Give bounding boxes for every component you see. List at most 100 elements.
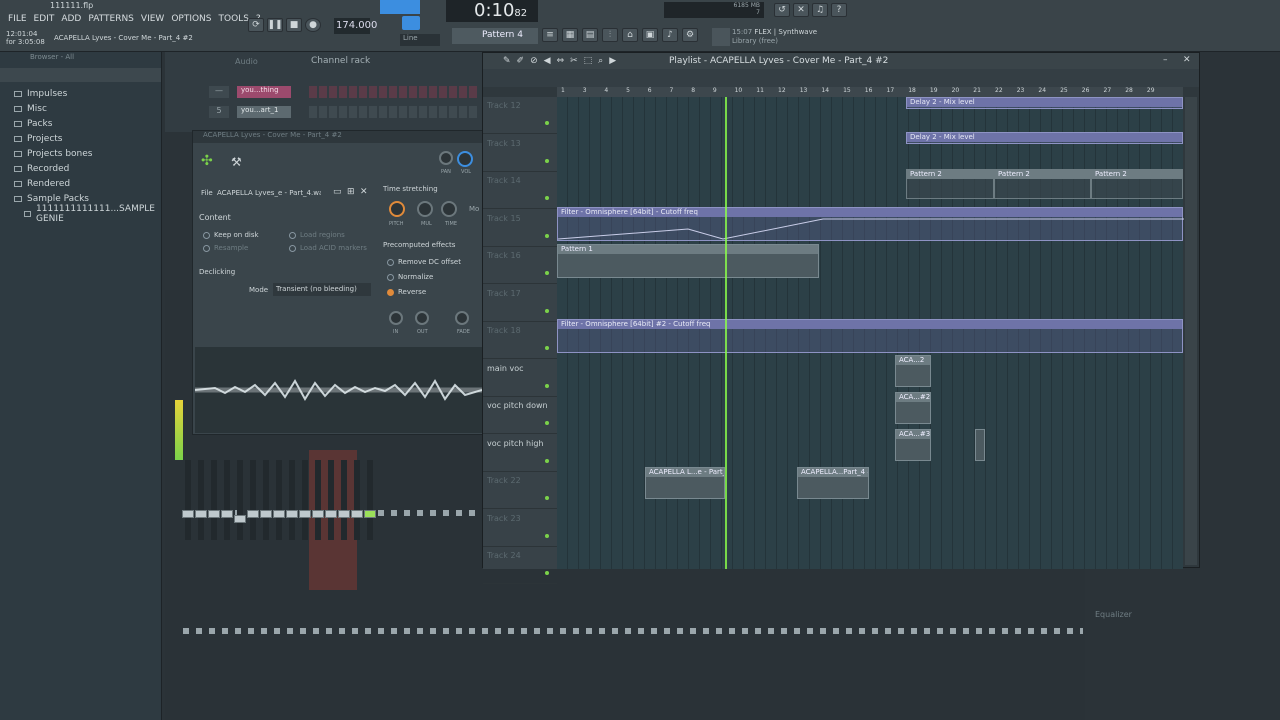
track-active-dot[interactable] — [545, 158, 549, 163]
resample-option[interactable]: Resample — [203, 244, 248, 252]
track-active-dot[interactable] — [545, 533, 549, 538]
audio-clip[interactable]: ACA...#2 — [895, 392, 931, 424]
track-header[interactable]: Track 15 — [483, 210, 557, 247]
close-x-icon[interactable]: ✕ — [793, 3, 809, 17]
normalize-option[interactable]: Normalize — [387, 273, 433, 281]
paint-icon[interactable]: ✐ — [517, 56, 525, 66]
browser-icon[interactable]: ▣ — [642, 28, 658, 42]
track-header[interactable]: Track 22 — [483, 472, 557, 509]
undo-icon[interactable]: ↺ — [774, 3, 790, 17]
audio-clip[interactable]: ACA...2 — [895, 355, 931, 387]
step-sequencer-row[interactable] — [309, 106, 479, 118]
track-header[interactable]: main voc — [483, 360, 557, 397]
download-icon[interactable] — [712, 28, 730, 46]
wrench-icon[interactable]: ⚒ — [231, 155, 242, 169]
menu-edit[interactable]: EDIT — [34, 14, 55, 24]
load-regions-option[interactable]: Load regions — [289, 231, 345, 239]
snap-tool-icon[interactable] — [380, 0, 420, 14]
zoom-icon[interactable]: ⌕ — [598, 56, 603, 66]
pattern-clip[interactable]: Pattern 2 — [994, 169, 1091, 199]
track-active-dot[interactable] — [545, 496, 549, 500]
fader-knob[interactable] — [221, 510, 233, 518]
volume-fader[interactable] — [260, 460, 272, 540]
declick-mode-select[interactable]: Transient (no bleeding) — [273, 283, 371, 296]
track-active-dot[interactable] — [545, 233, 549, 238]
track-header[interactable]: Track 24 — [483, 547, 557, 584]
volume-fader[interactable] — [364, 460, 376, 540]
stop-icon[interactable]: ■ — [286, 18, 302, 32]
browser-item[interactable]: Rendered — [0, 176, 161, 191]
automation-clip[interactable]: Filter - Omnisphere [64bit] - Cutoff fre… — [557, 207, 1184, 241]
track-header[interactable]: voc pitch high — [483, 435, 557, 472]
pattern-clip[interactable]: Pattern 2 — [906, 169, 994, 199]
news-panel[interactable]: 15:07 FLEX | Synthwave Library (free) — [732, 28, 817, 46]
fader-knob[interactable] — [273, 510, 285, 518]
fader-knob[interactable] — [195, 510, 207, 518]
audio-clip[interactable]: ACAPELLA L...e - Part_4 — [645, 467, 725, 499]
folder-open-icon[interactable]: ▭ — [333, 187, 342, 197]
browser-item[interactable]: Impulses — [0, 86, 161, 101]
fader-knob[interactable] — [247, 510, 259, 518]
reverse-option[interactable]: Reverse — [387, 288, 426, 296]
fader-knob[interactable] — [364, 510, 376, 518]
automation-clip[interactable]: Delay 2 - Mix level — [906, 132, 1183, 144]
volume-fader[interactable] — [351, 460, 363, 540]
channel-button[interactable]: you...art_1 — [237, 106, 291, 118]
waveform-display[interactable] — [194, 347, 483, 433]
fader-knob[interactable] — [208, 510, 220, 518]
browser-item[interactable]: Misc — [0, 101, 161, 116]
track-active-dot[interactable] — [545, 458, 549, 463]
load-acid-option[interactable]: Load ACID markers — [289, 244, 367, 252]
track-header[interactable]: Track 17 — [483, 285, 557, 322]
volume-fader[interactable] — [234, 460, 246, 540]
menu-add[interactable]: ADD — [61, 14, 81, 24]
slice-icon[interactable]: ✂ — [570, 56, 578, 66]
arrangement-grid[interactable]: Delay 2 - Mix level Delay 2 - Mix level … — [557, 97, 1184, 569]
tempo-display[interactable]: 174.000 — [334, 18, 377, 34]
track-active-dot[interactable] — [545, 121, 549, 125]
pan-knob[interactable] — [439, 151, 453, 165]
volume-fader[interactable] — [325, 460, 337, 540]
plugin-icon[interactable]: ⌂ — [622, 28, 638, 42]
help-icon[interactable]: ? — [831, 3, 847, 17]
delete-icon[interactable]: ⊘ — [530, 56, 538, 66]
track-active-dot[interactable] — [545, 308, 549, 313]
track-active-dot[interactable] — [545, 346, 549, 350]
browser-item[interactable]: Projects bones — [0, 146, 161, 161]
channel-group[interactable]: Audio — [235, 57, 258, 66]
playback-icon[interactable]: ▶ — [609, 56, 616, 66]
track-active-dot[interactable] — [545, 196, 549, 200]
track-active-dot[interactable] — [545, 383, 549, 388]
pencil-icon[interactable]: ✎ — [503, 56, 511, 66]
fader-knob[interactable] — [338, 510, 350, 518]
fader-knob[interactable] — [286, 510, 298, 518]
track-active-dot[interactable] — [545, 421, 549, 425]
mic-icon[interactable]: ♫ — [812, 3, 828, 17]
step-sequencer-row[interactable] — [309, 86, 479, 98]
vol-knob[interactable] — [457, 151, 473, 167]
time-knob[interactable] — [441, 201, 457, 217]
pitch-knob[interactable] — [389, 201, 405, 217]
playhead[interactable] — [725, 97, 727, 569]
remove-dc-option[interactable]: Remove DC offset — [387, 258, 461, 266]
channel-num[interactable]: 5 — [209, 106, 229, 118]
volume-fader[interactable] — [273, 460, 285, 540]
pattern-clip[interactable]: Pattern 1 — [557, 244, 819, 278]
fade-knob[interactable] — [455, 311, 469, 325]
track-header[interactable]: Track 12 — [483, 97, 557, 134]
menu-patterns[interactable]: PATTERNS — [88, 14, 134, 24]
in-knob[interactable] — [389, 311, 403, 325]
out-knob[interactable] — [415, 311, 429, 325]
browser-item[interactable]: 1111111111111...SAMPLE GENIE — [0, 204, 161, 224]
snap-select[interactable]: Line — [400, 34, 440, 46]
track-header[interactable]: voc pitch down — [483, 397, 557, 434]
volume-fader[interactable] — [312, 460, 324, 540]
playlist-overview[interactable] — [483, 69, 1199, 87]
menu-file[interactable]: FILE — [8, 14, 27, 24]
file-name[interactable]: ACAPELLA Lyves_e - Part_4.wav — [217, 189, 321, 197]
tempo-icon[interactable]: ♪ — [662, 28, 678, 42]
playlist-icon[interactable]: ≡ — [542, 28, 558, 42]
automation-clip[interactable]: Filter - Omnisphere [64bit] #2 - Cutoff … — [557, 319, 1183, 353]
menu-options[interactable]: OPTIONS — [171, 14, 211, 24]
fader-knob[interactable] — [182, 510, 194, 518]
